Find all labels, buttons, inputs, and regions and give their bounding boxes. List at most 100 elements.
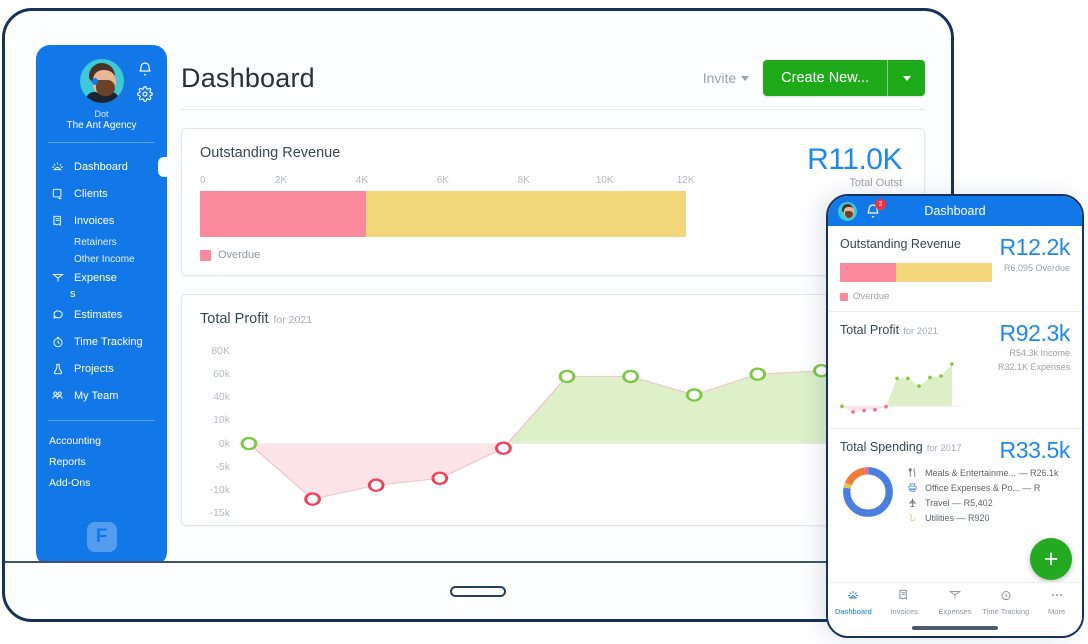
data-point[interactable] xyxy=(749,367,767,381)
spending-donut-chart[interactable] xyxy=(840,464,896,520)
create-new-button-group: Create New... xyxy=(763,60,925,96)
sidebar-item-label: Expense xyxy=(74,271,117,284)
invite-dropdown[interactable]: Invite xyxy=(703,70,750,86)
header-actions: Invite Create New... xyxy=(703,60,925,96)
axis-tick: 10K xyxy=(595,175,614,186)
profit-chart[interactable]: 80K 60k 40k 10k 0k -5k -10k -15k xyxy=(200,335,906,521)
phone-nav-expenses[interactable]: Expenses xyxy=(930,583,981,620)
data-point[interactable] xyxy=(495,441,512,455)
sidebar-item-addons[interactable]: Add-Ons xyxy=(36,473,167,494)
list-item[interactable]: Office Expenses & Po... — R xyxy=(906,480,1059,495)
data-point[interactable] xyxy=(240,436,258,451)
sidebar-profile[interactable]: Dot The Ant Agency xyxy=(36,59,167,131)
sidebar-item-my-team[interactable]: My Team xyxy=(36,382,167,409)
card-title: Total Profit for 2021 xyxy=(200,311,906,327)
data-point[interactable] xyxy=(622,369,639,384)
avatar xyxy=(79,59,124,103)
phone-nav-dashboard[interactable]: Dashboard xyxy=(828,583,879,620)
travel-icon xyxy=(906,497,919,508)
phone-bell-icon[interactable]: 2 xyxy=(865,199,886,219)
data-point[interactable] xyxy=(367,478,385,492)
sidebar-item-expenses-wrap: s xyxy=(36,287,167,301)
create-new-dropdown-button[interactable] xyxy=(887,60,925,96)
axis-tick: 2K xyxy=(274,175,288,186)
more-icon xyxy=(1050,588,1064,604)
data-point xyxy=(917,384,921,388)
bell-icon[interactable] xyxy=(137,61,153,77)
phone-outstanding-value: R12.2k xyxy=(999,234,1071,260)
list-item[interactable]: Utilities — R920 xyxy=(906,510,1059,525)
phone-outstanding-section: Outstanding Revenue R12.2k R6,095 Overdu… xyxy=(828,226,1082,312)
card-title: Outstanding Revenue xyxy=(200,145,341,161)
phone-bottom-nav: Dashboard Invoices Expenses Time Trackin… xyxy=(828,582,1082,620)
data-point xyxy=(939,374,943,378)
data-point[interactable] xyxy=(304,492,321,506)
expenses-icon xyxy=(948,588,962,604)
phone-profit-expenses: R32.1K Expenses xyxy=(997,362,1070,372)
phone-nav-more[interactable]: More xyxy=(1031,583,1082,620)
profit-title: Total Profit xyxy=(200,311,269,327)
sidebar-subitem-retainers[interactable]: Retainers xyxy=(36,234,167,251)
legend-label-overdue: Overdue xyxy=(218,249,261,261)
outstanding-total-label: Total Outst xyxy=(849,177,902,189)
profile-name: Dot xyxy=(94,109,109,119)
phone-nav-label: More xyxy=(1048,606,1066,616)
bar-segment-overdue xyxy=(200,191,366,237)
data-point[interactable] xyxy=(431,471,449,485)
phone-home-indicator[interactable] xyxy=(912,626,998,630)
phone-nav-time-tracking[interactable]: Time Tracking xyxy=(980,583,1031,620)
data-point xyxy=(895,376,899,381)
data-point xyxy=(928,375,932,380)
clock-icon xyxy=(999,588,1013,604)
data-point xyxy=(840,404,844,409)
sidebar-item-projects[interactable]: Projects xyxy=(36,355,167,382)
sidebar-item-dashboard[interactable]: Dashboard xyxy=(36,153,168,180)
axis-tick: 8K xyxy=(517,175,530,186)
phone-device: 2 Dashboard Outstanding Revenue R12.2k R… xyxy=(826,194,1084,638)
dashboard-sun-icon xyxy=(49,159,66,174)
sidebar-item-expenses[interactable]: Expense xyxy=(36,268,167,287)
sidebar-item-estimates[interactable]: Estimates xyxy=(36,301,167,328)
sidebar-item-reports[interactable]: Reports xyxy=(36,452,167,473)
sidebar-item-clients[interactable]: Clients xyxy=(36,180,167,207)
phone-profit-subtitle: for 2021 xyxy=(903,326,938,337)
sidebar-subitem-other-income[interactable]: Other Income xyxy=(36,251,167,268)
phone-profit-chart[interactable] xyxy=(838,358,1008,420)
active-indicator-notch xyxy=(158,156,168,177)
phone-nav-invoices[interactable]: Invoices xyxy=(879,583,930,620)
tablet-home-indicator[interactable] xyxy=(450,586,506,597)
gear-icon[interactable] xyxy=(137,86,153,102)
sidebar-item-accounting[interactable]: Accounting xyxy=(36,431,167,452)
list-item[interactable]: Travel — R5,402 xyxy=(906,495,1059,510)
list-item-label: Office Expenses & Po... — R xyxy=(925,482,1041,493)
data-point[interactable] xyxy=(558,369,576,384)
data-point xyxy=(950,362,954,366)
sidebar-item-label: Time Tracking xyxy=(74,335,143,348)
axis-tick: 40k xyxy=(213,391,230,404)
meals-icon xyxy=(906,467,919,478)
profit-subtitle: for 2021 xyxy=(273,314,313,326)
phone-avatar[interactable] xyxy=(838,201,857,221)
data-point xyxy=(884,404,888,409)
phone-title: Dashboard xyxy=(924,204,986,218)
outstanding-stacked-bar[interactable] xyxy=(200,191,718,237)
screenshot-stage: Dot The Ant Agency Dashboard Clients Inv… xyxy=(0,0,1088,644)
sidebar-item-invoices[interactable]: Invoices xyxy=(36,207,167,234)
sidebar-divider-top xyxy=(48,142,155,143)
axis-tick: 0 xyxy=(200,175,206,186)
list-item[interactable]: Meals & Entertainme... — R26.1k xyxy=(906,465,1059,480)
phone-stacked-bar[interactable] xyxy=(840,263,992,282)
sidebar-item-time-tracking[interactable]: Time Tracking xyxy=(36,328,167,355)
axis-tick: 10k xyxy=(213,414,230,427)
phone-header: 2 Dashboard xyxy=(828,196,1082,226)
bar-axis-ticks: 0 2K 4K 6K 8K 10K 12K xyxy=(200,175,718,188)
phone-nav-label: Invoices xyxy=(890,606,918,616)
outstanding-revenue-card: Outstanding Revenue R11.0K Total Outst 0… xyxy=(181,128,925,276)
phone-legend: Overdue xyxy=(840,291,1070,302)
phone-nav-label: Dashboard xyxy=(835,606,872,616)
phone-outstanding-sub: R6,095 Overdue xyxy=(1003,263,1070,273)
create-new-button[interactable]: Create New... xyxy=(763,60,887,96)
data-point[interactable] xyxy=(685,388,703,402)
data-point xyxy=(862,408,866,413)
add-button-fab[interactable]: + xyxy=(1030,538,1072,580)
